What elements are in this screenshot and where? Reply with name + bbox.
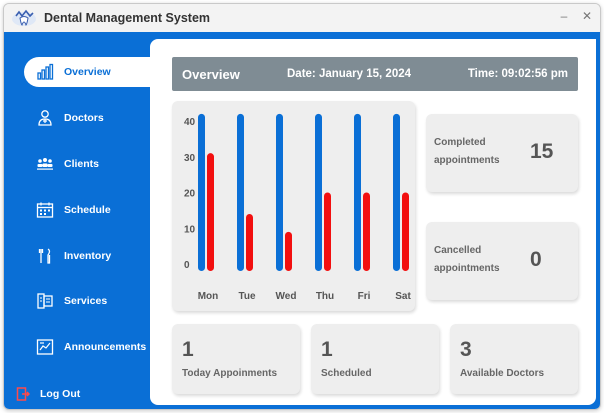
sidebar: Overview Doctors Clients Schedule Invent…	[4, 32, 152, 409]
blue-bar-thu	[315, 113, 322, 271]
scheduled-card: 1 Scheduled	[311, 324, 439, 394]
time-label: Time: 09:02:56 pm	[467, 68, 568, 80]
blue-bar-mon	[198, 113, 205, 271]
weekly-chart-card: 0 10 20 30 40 Mon Tue Wed Thu Fri Sat	[172, 101, 415, 311]
y-tick-label: 30	[184, 153, 196, 164]
logout-button[interactable]: Log Out	[16, 387, 80, 401]
announcement-icon	[36, 338, 54, 356]
x-tick-label: Wed	[276, 291, 297, 302]
content-panel: Overview Date: January 15, 2024 Time: 09…	[150, 39, 596, 405]
doctor-icon	[36, 109, 54, 127]
window-title: Dental Management System	[44, 11, 211, 25]
sidebar-item-label: Overview	[64, 66, 111, 78]
available-doctors-card: 3 Available Doctors	[450, 324, 578, 394]
overview-header: Overview Date: January 15, 2024 Time: 09…	[172, 57, 578, 91]
cancelled-appointments-card: Cancelled appointments 0	[426, 222, 578, 300]
x-tick-label: Sat	[395, 291, 411, 302]
y-tick-label: 20	[184, 189, 196, 200]
people-icon	[36, 155, 54, 173]
red-bar-mon	[207, 153, 214, 271]
blue-bar-tue	[237, 113, 244, 271]
x-tick-label: Thu	[316, 291, 334, 302]
red-bar-fri	[363, 192, 370, 271]
services-icon	[36, 292, 54, 310]
blue-bar-wed	[276, 113, 283, 271]
close-button[interactable]: ✕	[579, 9, 595, 23]
completed-appointments-card: Completed appointments 15	[426, 114, 578, 192]
scheduled-label: Scheduled	[321, 368, 372, 379]
sidebar-item-label: Services	[64, 295, 108, 307]
x-tick-label: Mon	[198, 291, 219, 302]
logout-label: Log Out	[40, 388, 81, 400]
logout-icon	[16, 387, 30, 401]
scheduled-value: 1	[321, 338, 333, 361]
x-tick-label: Fri	[358, 291, 371, 302]
completed-value: 15	[530, 140, 554, 163]
y-tick-label: 10	[184, 224, 196, 235]
sidebar-item-doctors[interactable]: Doctors	[24, 103, 152, 133]
blue-bar-fri	[354, 113, 361, 271]
minimize-button[interactable]: –	[556, 9, 572, 23]
sidebar-item-label: Doctors	[64, 112, 104, 124]
red-bar-sat	[402, 192, 409, 271]
doctors-value: 3	[460, 338, 472, 361]
weekly-bar-chart: 0 10 20 30 40 Mon Tue Wed Thu Fri Sat	[184, 113, 411, 302]
today-value: 1	[182, 338, 194, 361]
main-frame: Overview Doctors Clients Schedule Invent…	[4, 32, 600, 409]
sidebar-item-overview[interactable]: Overview	[24, 57, 152, 87]
x-tick-label: Tue	[238, 291, 255, 302]
blue-bar-sat	[393, 113, 400, 271]
today-label: Today Appoinments	[182, 368, 277, 379]
sidebar-item-schedule[interactable]: Schedule	[24, 195, 152, 225]
app-logo-icon	[12, 9, 36, 26]
completed-label: Completed appointments	[434, 137, 500, 166]
y-tick-label: 40	[184, 117, 196, 128]
page-title: Overview	[182, 66, 240, 82]
red-bar-tue	[246, 213, 253, 271]
sidebar-item-label: Announcements	[64, 341, 147, 353]
bar-chart-icon	[36, 63, 54, 81]
calendar-icon	[36, 201, 54, 219]
sidebar-item-services[interactable]: Services	[24, 286, 152, 316]
sidebar-item-label: Clients	[64, 158, 100, 170]
sidebar-item-clients[interactable]: Clients	[24, 149, 152, 179]
sidebar-item-label: Schedule	[64, 204, 111, 216]
tools-icon	[36, 247, 54, 265]
y-tick-label: 0	[184, 260, 190, 271]
doctors-label: Available Doctors	[460, 368, 545, 379]
sidebar-item-announcements[interactable]: Announcements	[24, 332, 152, 362]
today-appointments-card: 1 Today Appoinments	[172, 324, 300, 394]
cancelled-label: Cancelled appointments	[434, 245, 500, 274]
sidebar-item-label: Inventory	[64, 250, 112, 262]
title-bar: Dental Management System – ✕	[4, 4, 600, 32]
sidebar-item-inventory[interactable]: Inventory	[24, 241, 152, 271]
red-bar-thu	[324, 192, 331, 271]
cancelled-value: 0	[530, 248, 542, 271]
date-label: Date: January 15, 2024	[287, 68, 412, 80]
red-bar-wed	[285, 231, 292, 271]
app-window: Dental Management System – ✕ Overview Do…	[3, 3, 601, 410]
